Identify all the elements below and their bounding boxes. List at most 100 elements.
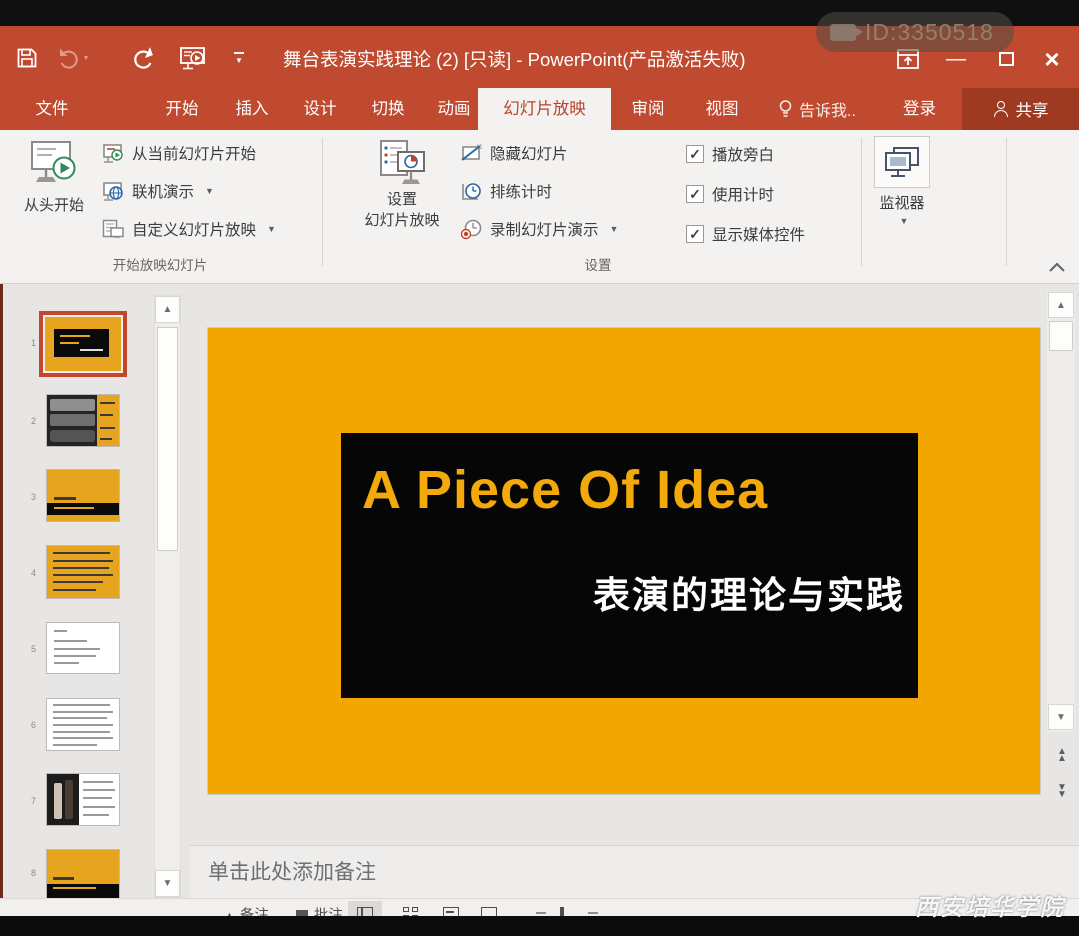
scroll-up-icon: ▲ [163,304,173,315]
tell-me-button[interactable]: 告诉我.. [778,88,856,130]
tab-animations[interactable]: 动画 [430,88,478,130]
ribbon-separator [861,138,862,266]
from-current-slide-button[interactable]: 从当前幻灯片开始 [102,142,256,164]
undo-button[interactable]: ▼ [56,40,90,76]
from-current-slide-label: 从当前幻灯片开始 [132,142,256,164]
slide-thumbnail-3[interactable] [46,469,120,522]
customize-quick-access-button[interactable]: ▼ [222,40,256,76]
double-down-icon: ▼ [1051,791,1073,798]
slide-thumbnail-2[interactable] [46,394,120,447]
main-scrollbar-thumb[interactable] [1049,321,1073,351]
set-up-slideshow-label-line2: 幻灯片放映 [364,209,439,230]
tab-insert[interactable]: 插入 [228,88,276,130]
start-from-beginning-label: 从头开始 [24,194,84,215]
hide-slide-label: 隐藏幻灯片 [490,142,568,164]
thumbnail-number: 6 [22,720,36,730]
record-slideshow-label: 录制幻灯片演示 [490,218,599,240]
watermark-text: 西安培华学院 [915,888,1065,922]
slide-thumbnail-7[interactable] [46,773,120,826]
main-scroll-down-button[interactable]: ▼ [1048,704,1074,730]
use-timings-checkbox[interactable]: ✓ 使用计时 [686,183,774,205]
tab-design[interactable]: 设计 [296,88,344,130]
hide-slide-button[interactable]: 隐藏幻灯片 [460,142,568,164]
record-slideshow-button[interactable]: 录制幻灯片演示 ▼ [460,218,618,240]
rehearse-timings-icon [460,181,483,202]
redo-button[interactable] [126,40,160,76]
ribbon: 从头开始 从当前幻灯片开始 联机演示 ▼ [0,130,1079,284]
checkbox-check-icon: ✓ [686,185,704,203]
tab-home[interactable]: 开始 [158,88,206,130]
custom-slideshow-icon [102,219,125,240]
set-up-slideshow-button[interactable]: 设置 幻灯片放映 [352,138,452,230]
set-up-slideshow-label-line1: 设置 [387,188,417,209]
play-narrations-checkbox[interactable]: ✓ 播放旁白 [686,143,774,165]
thumbnail-scroll-up-button[interactable]: ▲ [155,296,180,323]
person-icon [993,101,1009,117]
present-online-label: 联机演示 [132,180,194,202]
thumbnail-number: 3 [22,492,36,502]
save-button[interactable] [10,40,44,76]
slide-thumbnail-6[interactable] [46,698,120,751]
custom-slideshow-button[interactable]: 自定义幻灯片放映 ▼ [102,218,276,240]
thumbnail-scrollbar-thumb[interactable] [157,327,178,551]
start-slideshow-quick-button[interactable] [176,40,210,76]
collapse-ribbon-button[interactable] [1048,260,1068,274]
group-label-setup: 设置 [458,254,738,274]
group-label-start-slideshow: 开始放映幻灯片 [20,254,300,274]
ribbon-separator [322,138,323,266]
custom-slideshow-label: 自定义幻灯片放映 [132,218,256,240]
customize-bar [234,52,244,54]
rehearse-timings-button[interactable]: 排练计时 [460,180,552,202]
share-label: 共享 [1016,97,1049,121]
show-media-controls-checkbox[interactable]: ✓ 显示媒体控件 [686,223,805,245]
tab-view[interactable]: 视图 [698,88,746,130]
main-scroll-up-button[interactable]: ▲ [1048,292,1074,318]
show-media-controls-label: 显示媒体控件 [712,223,805,245]
close-button[interactable]: × [1034,44,1070,74]
zoom-slider-track[interactable] [536,912,546,914]
video-camera-icon [830,24,856,41]
tab-review[interactable]: 审阅 [624,88,672,130]
slide-title-box[interactable]: A Piece Of Idea 表演的理论与实践 [341,433,918,698]
checkbox-check-icon: ✓ [686,145,704,163]
slideshow-icon [178,45,208,71]
sign-in-button[interactable]: 登录 [903,88,936,130]
tab-slide-show[interactable]: 幻灯片放映 [478,88,611,130]
customize-caret-icon: ▼ [235,56,243,65]
thumbnail-number: 8 [22,868,36,878]
tab-file[interactable]: 文件 [24,88,80,130]
present-online-caret-icon: ▼ [205,186,214,196]
double-up-icon: ▲ [1051,755,1073,762]
tab-transitions[interactable]: 切换 [364,88,412,130]
start-from-beginning-icon [28,138,80,190]
monitors-button[interactable]: 监视器 ▼ [869,136,935,226]
slide-title: A Piece Of Idea [362,459,768,521]
undo-icon [57,47,81,69]
use-timings-label: 使用计时 [712,183,774,205]
thumbnail-number: 7 [22,796,36,806]
previous-slide-button[interactable]: ▲ ▲ [1051,748,1073,770]
checkbox-check-icon: ✓ [686,225,704,243]
zoom-slider-track[interactable] [588,912,598,914]
thumbnail-panel-scrollbar[interactable]: ▲ ▼ [154,295,181,898]
present-online-button[interactable]: 联机演示 ▼ [102,180,214,202]
slide-thumbnail-5[interactable] [46,622,120,674]
record-slideshow-icon [460,219,483,240]
share-button[interactable]: 共享 [962,88,1079,130]
recording-id-badge: ID:3350518 [816,12,1014,52]
next-slide-button[interactable]: ▼ ▼ [1051,784,1073,806]
thumbnail-scroll-down-button[interactable]: ▼ [155,870,180,897]
start-from-beginning-button[interactable]: 从头开始 [12,138,96,215]
play-narrations-label: 播放旁白 [712,143,774,165]
maximize-icon [999,52,1014,66]
scroll-down-icon: ▼ [1056,712,1066,723]
slide-thumbnail-4[interactable] [46,545,120,599]
slide-thumbnail-8[interactable] [46,849,120,898]
notes-placeholder[interactable]: 单击此处添加备注 [208,856,376,886]
tell-me-label: 告诉我.. [799,97,856,121]
main-scrollbar-track[interactable] [1047,292,1075,732]
slide-thumbnail-1-selected[interactable] [39,311,127,377]
undo-dropdown-caret-icon[interactable]: ▼ [83,55,90,62]
slide-canvas[interactable]: A Piece Of Idea 表演的理论与实践 [207,327,1041,795]
ribbon-separator [1006,138,1007,266]
